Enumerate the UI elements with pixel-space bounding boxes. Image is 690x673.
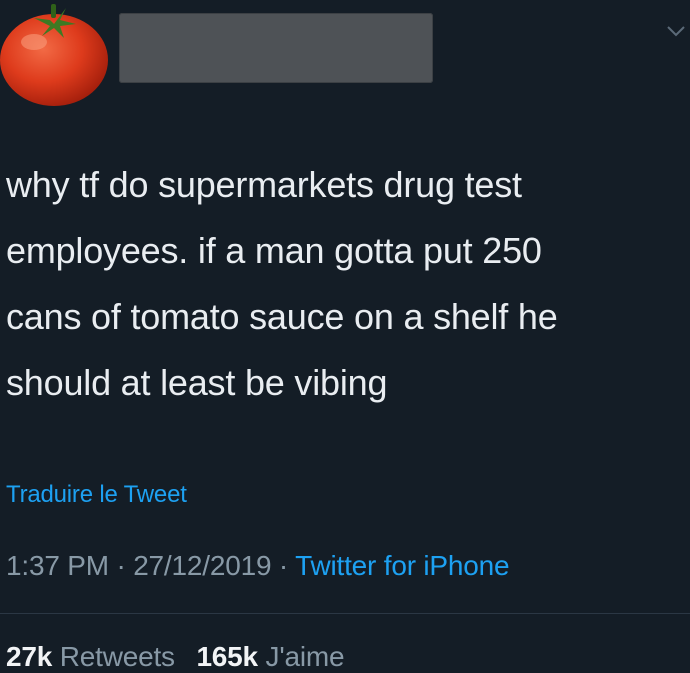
translate-tweet-link[interactable]: Traduire le Tweet	[6, 481, 187, 509]
tomato-icon	[0, 4, 108, 106]
likes-label[interactable]: J'aime	[266, 641, 345, 672]
meta-separator: ·	[271, 550, 296, 581]
tweet-text-line: should at least be vibing	[6, 362, 388, 403]
meta-separator: ·	[108, 550, 134, 581]
avatar[interactable]	[0, 4, 110, 108]
retweets-count[interactable]: 27k	[6, 641, 52, 672]
tweet-date[interactable]: 27/12/2019	[133, 550, 271, 581]
tweet-text-line: employees. if a man gotta put 250	[6, 230, 542, 271]
tweet-stats: 27k Retweets 165k J'aime	[6, 641, 345, 673]
tweet-metadata: 1:37 PM · 27/12/2019 · Twitter for iPhon…	[6, 550, 510, 582]
divider	[0, 613, 690, 614]
redacted-user-name	[119, 13, 433, 83]
tweet-client-link[interactable]: Twitter for iPhone	[295, 550, 509, 581]
tweet-text-line: why tf do supermarkets drug test	[6, 164, 522, 205]
tweet-text-line: cans of tomato sauce on a shelf he	[6, 296, 558, 337]
tweet-text: why tf do supermarkets drug test employe…	[6, 152, 676, 416]
likes-count[interactable]: 165k	[196, 641, 258, 672]
chevron-down-icon	[667, 26, 685, 37]
retweets-label[interactable]: Retweets	[60, 641, 175, 672]
tweet-menu-button[interactable]	[666, 24, 686, 38]
tweet-time: 1:37 PM	[6, 550, 109, 581]
